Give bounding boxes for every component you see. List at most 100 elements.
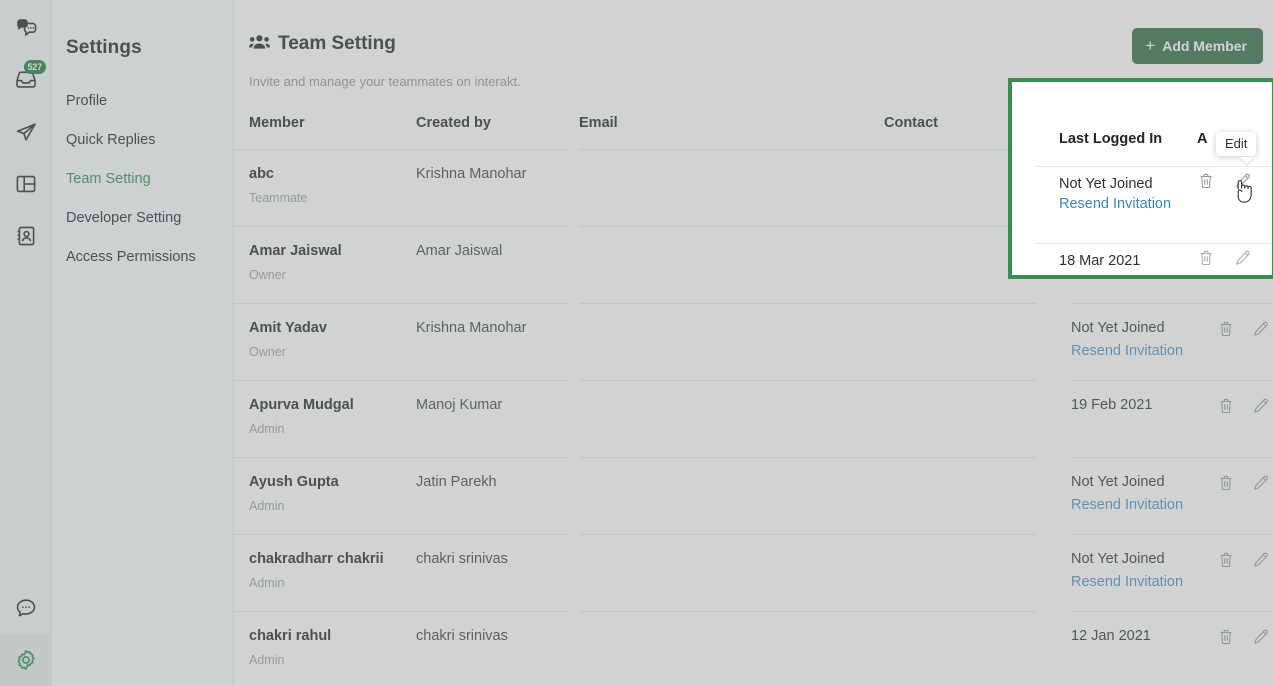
cell-gap-1	[569, 304, 579, 381]
delete-icon[interactable]	[1219, 552, 1233, 573]
cell-email	[579, 611, 884, 686]
created-by-value: chakri srinivas	[416, 551, 508, 567]
sidebar-item-developer-setting[interactable]: Developer Setting	[52, 199, 234, 238]
col-header-member[interactable]: Member	[234, 115, 416, 150]
cell-gap-2	[1036, 381, 1071, 458]
delete-icon[interactable]	[1219, 321, 1233, 342]
table-row: chakri rahul Admin chakri srinivas 12 Jan 2…	[234, 611, 1273, 686]
table-row: Amit Yadav Owner Krishna Manohar Not Yet Jo…	[234, 303, 1273, 381]
cell-contact	[884, 611, 1036, 686]
edit-tooltip: Edit	[1216, 132, 1257, 156]
last-logged-in-value: Not Yet Joined	[1071, 320, 1165, 336]
cell-created-by: Amar Jaiswal	[416, 226, 569, 304]
cell-gap-1	[569, 612, 579, 686]
gear-icon	[14, 648, 38, 672]
cell-gap-2	[1036, 535, 1071, 612]
cell-member: abc Teammate	[234, 149, 416, 227]
rail-item-broadcast[interactable]	[0, 106, 52, 158]
page-subtitle: Invite and manage your teammates on inte…	[249, 74, 521, 89]
app-icon-rail: 527	[0, 0, 52, 686]
highlight-row1-resend-link[interactable]: Resend Invitation	[1059, 196, 1171, 213]
sidebar-item-profile[interactable]: Profile	[52, 82, 234, 121]
highlight-row1-delete-icon[interactable]	[1199, 173, 1213, 194]
col-header-created-by[interactable]: Created by	[416, 115, 569, 150]
cell-action	[1219, 611, 1273, 686]
cell-last-logged-in: Not Yet Joined Resend Invitation	[1071, 303, 1219, 381]
rail-item-settings[interactable]	[0, 634, 52, 686]
highlight-inner-clip: Last Logged In A Not Yet Joined Resend I…	[1012, 82, 1272, 275]
delete-icon[interactable]	[1219, 398, 1233, 419]
highlight-divider-2	[1035, 243, 1272, 244]
cell-email	[579, 226, 884, 304]
member-name: chakri rahul	[249, 628, 332, 644]
resend-invitation-link[interactable]: Resend Invitation	[1071, 574, 1219, 591]
plus-icon: +	[1145, 35, 1156, 55]
member-name: Apurva Mudgal	[249, 397, 354, 413]
cell-email	[579, 457, 884, 535]
cell-member: Apurva Mudgal Admin	[234, 380, 416, 458]
cell-action	[1219, 534, 1273, 612]
cell-gap-1	[569, 150, 579, 227]
last-logged-in-value: 12 Jan 2021	[1071, 628, 1151, 644]
last-logged-in-value: Not Yet Joined	[1071, 551, 1165, 567]
member-role: Admin	[249, 498, 285, 513]
cell-member: chakradharr chakrii Admin	[234, 534, 416, 612]
cell-gap-2	[1036, 304, 1071, 381]
cell-contact	[884, 303, 1036, 381]
edit-icon[interactable]	[1253, 552, 1269, 573]
settings-sidebar: Settings Profile Quick Replies Team Sett…	[52, 0, 234, 686]
delete-icon[interactable]	[1219, 629, 1233, 650]
highlight-row2-status: 18 Mar 2021	[1059, 253, 1141, 269]
edit-icon[interactable]	[1253, 629, 1269, 650]
last-logged-in-value: Not Yet Joined	[1071, 474, 1165, 490]
send-icon	[14, 120, 38, 144]
cell-action	[1219, 303, 1273, 381]
edit-icon[interactable]	[1253, 398, 1269, 419]
created-by-value: chakri srinivas	[416, 628, 508, 644]
cell-gap-1	[569, 227, 579, 304]
member-role: Teammate	[249, 190, 308, 205]
rail-item-layout[interactable]	[0, 158, 52, 210]
sidebar-item-access-permissions[interactable]: Access Permissions	[52, 238, 234, 277]
settings-nav: Profile Quick Replies Team Setting Devel…	[52, 82, 234, 277]
cell-contact	[884, 380, 1036, 458]
member-role: Admin	[249, 652, 285, 667]
add-member-button[interactable]: + Add Member	[1132, 28, 1263, 64]
sidebar-item-team-setting[interactable]: Team Setting	[52, 160, 234, 199]
cell-created-by: chakri srinivas	[416, 534, 569, 612]
rail-item-chats[interactable]	[0, 2, 52, 54]
rail-item-help[interactable]	[0, 582, 52, 634]
edit-tooltip-arrow	[1240, 157, 1254, 164]
cell-member: chakri rahul Admin	[234, 611, 416, 686]
rail-item-inbox[interactable]: 527	[0, 54, 52, 106]
sidebar-item-quick-replies[interactable]: Quick Replies	[52, 121, 234, 160]
highlight-header-action-truncated: A	[1197, 131, 1208, 147]
cell-last-logged-in: 12 Jan 2021	[1071, 611, 1219, 686]
cell-created-by: Krishna Manohar	[416, 303, 569, 381]
resend-invitation-link[interactable]: Resend Invitation	[1071, 497, 1219, 514]
cell-created-by: Manoj Kumar	[416, 380, 569, 458]
highlight-row2-delete-icon[interactable]	[1199, 250, 1213, 271]
highlight-row1-status: Not Yet Joined	[1059, 176, 1153, 192]
cell-gap-2	[1036, 458, 1071, 535]
cell-last-logged-in: 19 Feb 2021	[1071, 380, 1219, 458]
member-name: Amar Jaiswal	[249, 243, 342, 259]
cell-member: Amar Jaiswal Owner	[234, 226, 416, 304]
highlight-region: Last Logged In A Not Yet Joined Resend I…	[1008, 78, 1273, 279]
rail-item-contacts[interactable]	[0, 210, 52, 262]
page-header: Team Setting	[249, 33, 396, 55]
created-by-value: Krishna Manohar	[416, 166, 527, 182]
edit-icon[interactable]	[1253, 321, 1269, 342]
member-role: Owner	[249, 267, 286, 282]
edit-icon[interactable]	[1253, 475, 1269, 496]
col-header-email[interactable]: Email	[579, 115, 884, 150]
cell-last-logged-in: Not Yet Joined Resend Invitation	[1071, 457, 1219, 535]
highlight-row2-edit-icon[interactable]	[1235, 250, 1251, 271]
resend-invitation-link[interactable]: Resend Invitation	[1071, 343, 1219, 360]
cell-created-by: Jatin Parekh	[416, 457, 569, 535]
cell-action	[1219, 457, 1273, 535]
cell-email	[579, 534, 884, 612]
delete-icon[interactable]	[1219, 475, 1233, 496]
highlight-row1-edit-icon[interactable]	[1235, 173, 1251, 194]
page-title: Team Setting	[278, 33, 396, 54]
